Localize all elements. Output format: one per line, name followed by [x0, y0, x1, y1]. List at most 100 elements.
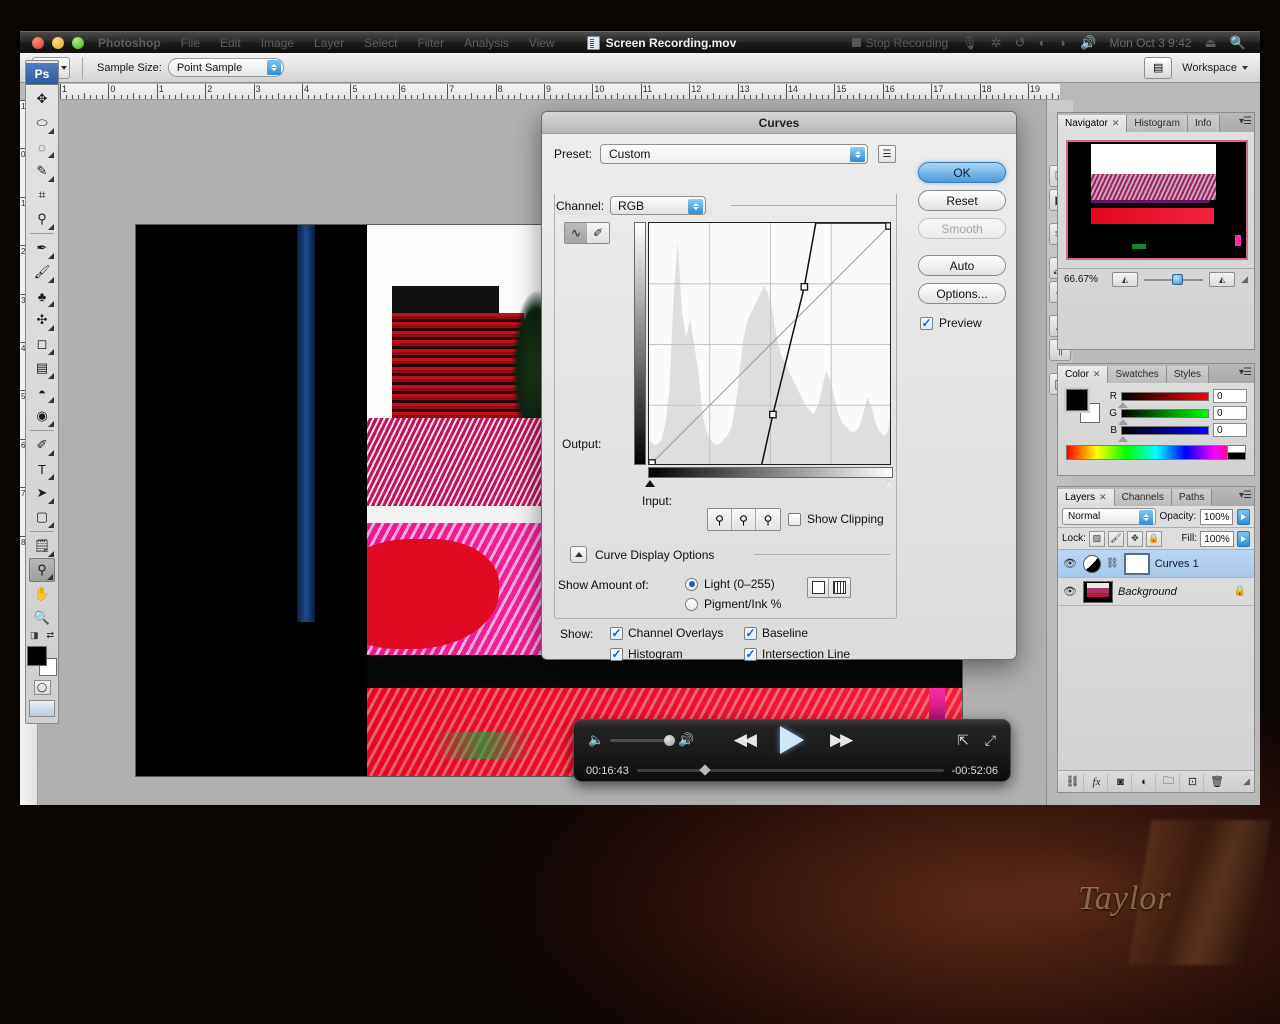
preview-row[interactable]: Preview: [920, 316, 1008, 330]
menu-app-name[interactable]: Photoshop: [98, 36, 161, 50]
show-clipping-checkbox[interactable]: [788, 512, 801, 526]
curve-display-options-header[interactable]: Curve Display Options: [570, 546, 714, 563]
menu-image[interactable]: Image: [261, 36, 294, 50]
menu-file[interactable]: File: [181, 36, 200, 50]
tool-pen[interactable]: ✐: [29, 433, 55, 457]
tab-histogram[interactable]: Histogram: [1127, 115, 1188, 132]
opacity-flyout-icon[interactable]: [1237, 508, 1250, 525]
options-button[interactable]: Options...: [918, 283, 1006, 304]
horizontal-ruler[interactable]: 1 0 1 2 3 4 5 6 7 8 9 10 11 12 13 14 15 16 17 18 19: [60, 84, 1060, 100]
rewind-icon[interactable]: ◀◀: [734, 730, 757, 750]
curve-control-point-3[interactable]: [885, 223, 891, 230]
workspace-button[interactable]: Workspace: [1182, 62, 1248, 74]
zoom-slider[interactable]: [1144, 273, 1204, 287]
tab-info[interactable]: Info: [1187, 115, 1220, 132]
intersection-line-row[interactable]: Intersection Line: [744, 647, 850, 661]
tool-history-brush[interactable]: ✣: [29, 308, 55, 332]
auto-button[interactable]: Auto: [918, 255, 1006, 276]
tab-styles[interactable]: Styles: [1166, 366, 1210, 383]
tool-type[interactable]: T: [29, 457, 55, 481]
grid-tenth-icon[interactable]: [829, 578, 850, 597]
layer-visibility-icon[interactable]: 👁: [1062, 557, 1078, 570]
lock-all-icon[interactable]: 🔒: [1145, 530, 1162, 547]
window-traffic-lights[interactable]: [32, 36, 84, 49]
pigment-radio-row[interactable]: Pigment/Ink %: [685, 597, 781, 611]
tool-move[interactable]: ✥: [29, 87, 55, 111]
zoom-window-button[interactable]: [72, 36, 84, 49]
layer-visibility-icon[interactable]: 👁: [1062, 585, 1078, 598]
close-icon[interactable]: ✕: [1099, 492, 1107, 503]
layer-name[interactable]: Curves 1: [1155, 558, 1199, 570]
tool-notes[interactable]: 🗒: [29, 534, 55, 558]
battery-icon[interactable]: ◐: [1039, 35, 1047, 50]
scrub-playhead[interactable]: [699, 764, 711, 776]
ok-button[interactable]: OK: [918, 162, 1006, 183]
histogram-row[interactable]: Histogram: [610, 647, 683, 661]
baseline-row[interactable]: Baseline: [744, 626, 808, 640]
grid-quarter-icon[interactable]: [808, 578, 829, 597]
table-row[interactable]: 👁 ⛓ Curves 1: [1058, 550, 1254, 578]
tab-swatches[interactable]: Swatches: [1108, 366, 1167, 383]
zoom-level-value[interactable]: 66.67%: [1064, 274, 1106, 285]
color-panel-swatches[interactable]: [1064, 387, 1100, 423]
default-colors-icon[interactable]: ◨: [30, 630, 39, 641]
slider-thumb-r[interactable]: [1118, 401, 1128, 408]
curve-point-icon[interactable]: ∿: [565, 223, 587, 243]
blend-mode-select[interactable]: Normal: [1062, 508, 1156, 525]
add-layer-mask-icon[interactable]: ◙: [1110, 772, 1132, 791]
black-point-slider[interactable]: [645, 480, 655, 487]
preset-select[interactable]: Custom: [600, 144, 869, 164]
microphone-icon[interactable]: 🎙: [961, 35, 978, 51]
slider-value-b[interactable]: 0: [1213, 423, 1247, 437]
navigator-thumbnail[interactable]: [1066, 140, 1248, 260]
wifi-icon[interactable]: ◗: [1059, 35, 1067, 50]
panel-menu-icon[interactable]: ▾☰: [1239, 490, 1252, 501]
slider-track-b[interactable]: [1118, 425, 1209, 442]
new-group-icon[interactable]: 🗀: [1158, 772, 1180, 791]
share-icon[interactable]: ⇱: [957, 732, 969, 749]
new-layer-icon[interactable]: ⊡: [1182, 772, 1204, 791]
close-icon[interactable]: ✕: [1093, 369, 1101, 380]
channel-overlays-checkbox[interactable]: [610, 626, 623, 640]
pigment-radio[interactable]: [685, 597, 698, 611]
bluetooth-icon[interactable]: ✲: [991, 35, 1002, 51]
table-row[interactable]: 👁 Background 🔒: [1058, 578, 1254, 606]
fill-value[interactable]: 100%: [1200, 530, 1234, 547]
spotlight-search-icon[interactable]: 🔍: [1230, 35, 1246, 51]
white-point-slider[interactable]: [884, 480, 894, 487]
swap-colors-icon[interactable]: ⇄: [46, 630, 54, 641]
resize-grip-icon[interactable]: ◢: [1243, 776, 1250, 787]
tool-marquee[interactable]: ⬭: [29, 111, 55, 135]
close-icon[interactable]: ✕: [1112, 118, 1120, 129]
set-white-point-icon[interactable]: ⚲: [756, 509, 780, 530]
set-gray-point-icon[interactable]: ⚲: [732, 509, 756, 530]
tab-navigator[interactable]: Navigator ✕: [1058, 115, 1128, 132]
timemachine-icon[interactable]: ↺: [1015, 35, 1026, 51]
zoom-out-icon[interactable]: ◭: [1112, 272, 1138, 287]
fast-forward-icon[interactable]: ▶▶: [830, 730, 853, 750]
tool-zoom[interactable]: 🔍: [29, 606, 55, 630]
tool-hand[interactable]: ✋: [29, 582, 55, 606]
color-swatches[interactable]: [27, 646, 57, 676]
slider-thumb-b[interactable]: [1118, 435, 1128, 442]
pencil-icon[interactable]: ✐: [587, 223, 609, 243]
color-spectrum-ramp[interactable]: [1066, 445, 1246, 460]
curve-control-point-0[interactable]: [649, 459, 656, 465]
light-radio[interactable]: [685, 577, 698, 591]
light-radio-row[interactable]: Light (0–255): [685, 577, 775, 591]
panel-menu-icon[interactable]: ▾☰: [1239, 367, 1252, 378]
tool-blur[interactable]: ◓: [29, 380, 55, 404]
curve-control-point-2[interactable]: [800, 282, 809, 291]
opacity-value[interactable]: 100%: [1200, 508, 1234, 525]
tool-gradient[interactable]: ▤: [29, 356, 55, 380]
screen-mode-icon[interactable]: [29, 700, 55, 717]
tool-clone-stamp[interactable]: ♣: [29, 284, 55, 308]
panel-menu-icon[interactable]: ▾☰: [1239, 116, 1252, 127]
tool-dodge[interactable]: ◉: [29, 404, 55, 428]
stepper-icon[interactable]: [1138, 510, 1153, 525]
show-clipping-row[interactable]: Show Clipping: [788, 512, 884, 526]
tool-eyedropper[interactable]: ⚲: [29, 558, 55, 582]
menu-analysis[interactable]: Analysis: [464, 36, 509, 50]
menu-edit[interactable]: Edit: [220, 36, 241, 50]
disclosure-triangle-icon[interactable]: [570, 546, 587, 563]
